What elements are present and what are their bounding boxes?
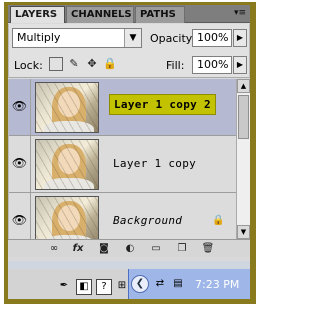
- group-icon[interactable]: ▭: [148, 241, 164, 256]
- lock-transparent-icon[interactable]: [49, 57, 63, 71]
- eye-icon[interactable]: 👁: [11, 156, 28, 170]
- trash-icon[interactable]: 🗑: [200, 241, 216, 256]
- fill-arrow-icon[interactable]: ▶: [233, 56, 247, 74]
- fill-label: Fill:: [166, 59, 185, 72]
- blend-row: Multiply ▼ Opacity: 100% ▶: [8, 24, 250, 52]
- layers-scrollbar[interactable]: ▲ ▼: [236, 79, 250, 239]
- layer-name[interactable]: Layer 1 copy 2: [109, 94, 216, 115]
- fill-field[interactable]: 100%: [192, 56, 232, 74]
- layers-list: 👁 Layer 1 copy 2 👁 Layer 1 copy 👁 Backgr…: [8, 79, 236, 239]
- divider: [30, 193, 31, 239]
- blend-mode-value: Multiply: [17, 31, 61, 44]
- layer-name[interactable]: Background: [113, 214, 182, 227]
- layers-panel: LAYERS CHANNELS PATHS ▾≡ Multiply ▼ Opac…: [8, 5, 250, 299]
- lock-row: Lock: ✎ ✥ 🔒 Fill: 100% ▶: [8, 52, 250, 78]
- opacity-field[interactable]: 100%: [192, 29, 232, 47]
- tab-layers[interactable]: LAYERS: [10, 6, 65, 23]
- panel-menu-icon[interactable]: ▾≡: [232, 6, 248, 21]
- help-icon[interactable]: ?: [96, 279, 112, 295]
- quick-launch: ✒ ◧ ? ⊞: [8, 269, 128, 299]
- layer-thumbnail: [35, 196, 99, 239]
- scroll-up-icon[interactable]: ▲: [237, 79, 250, 93]
- new-layer-icon[interactable]: ❐: [174, 241, 190, 256]
- app-icon[interactable]: ◧: [76, 279, 92, 295]
- eye-icon[interactable]: 👁: [11, 213, 28, 227]
- mask-icon[interactable]: ◙: [96, 241, 112, 256]
- chevron-left-icon[interactable]: ❮: [131, 275, 149, 293]
- windows-taskbar: ✒ ◧ ? ⊞ ❮ ⇄ ▤ 7:23 PM: [8, 261, 250, 299]
- lock-icon: 🔒: [212, 215, 225, 226]
- eye-icon[interactable]: 👁: [11, 99, 28, 113]
- blend-mode-select[interactable]: Multiply ▼: [12, 28, 142, 48]
- fx-icon[interactable]: fx: [70, 241, 86, 256]
- opacity-label: Opacity:: [150, 32, 196, 45]
- layer-row[interactable]: 👁 Layer 1 copy: [9, 136, 236, 193]
- layer-name[interactable]: Layer 1 copy: [113, 157, 196, 170]
- link-layers-icon[interactable]: ∞: [46, 241, 62, 256]
- chevron-down-icon[interactable]: ▼: [124, 29, 141, 47]
- scroll-down-icon[interactable]: ▼: [237, 225, 250, 239]
- lock-label: Lock:: [14, 59, 43, 72]
- layers-toolbar: ∞ fx ◙ ◐ ▭ ❐ 🗑: [8, 239, 250, 257]
- tab-paths[interactable]: PATHS: [135, 6, 185, 23]
- clock[interactable]: 7:23 PM: [195, 278, 239, 291]
- layer-thumbnail: [35, 139, 99, 190]
- divider: [30, 136, 31, 192]
- layer-row[interactable]: 👁 Background 🔒: [9, 193, 236, 239]
- panel-tabbar: LAYERS CHANNELS PATHS ▾≡: [8, 5, 250, 23]
- layer-thumbnail: [35, 82, 99, 133]
- adjustment-icon[interactable]: ◐: [122, 241, 138, 256]
- scroll-thumb[interactable]: [238, 95, 249, 139]
- pen-icon[interactable]: ✒: [56, 279, 72, 295]
- opacity-arrow-icon[interactable]: ▶: [233, 29, 247, 47]
- system-tray: ❮ ⇄ ▤ 7:23 PM: [128, 269, 250, 299]
- lock-all-icon[interactable]: 🔒: [103, 57, 117, 71]
- lock-move-icon[interactable]: ✥: [85, 57, 99, 71]
- network-icon[interactable]: ⇄: [153, 277, 167, 291]
- monitor-icon[interactable]: ▤: [171, 277, 185, 291]
- divider: [30, 79, 31, 135]
- layer-row[interactable]: 👁 Layer 1 copy 2: [9, 79, 236, 136]
- lock-brush-icon[interactable]: ✎: [67, 57, 81, 71]
- tab-channels[interactable]: CHANNELS: [66, 6, 134, 23]
- taskbar-strip: [8, 261, 250, 269]
